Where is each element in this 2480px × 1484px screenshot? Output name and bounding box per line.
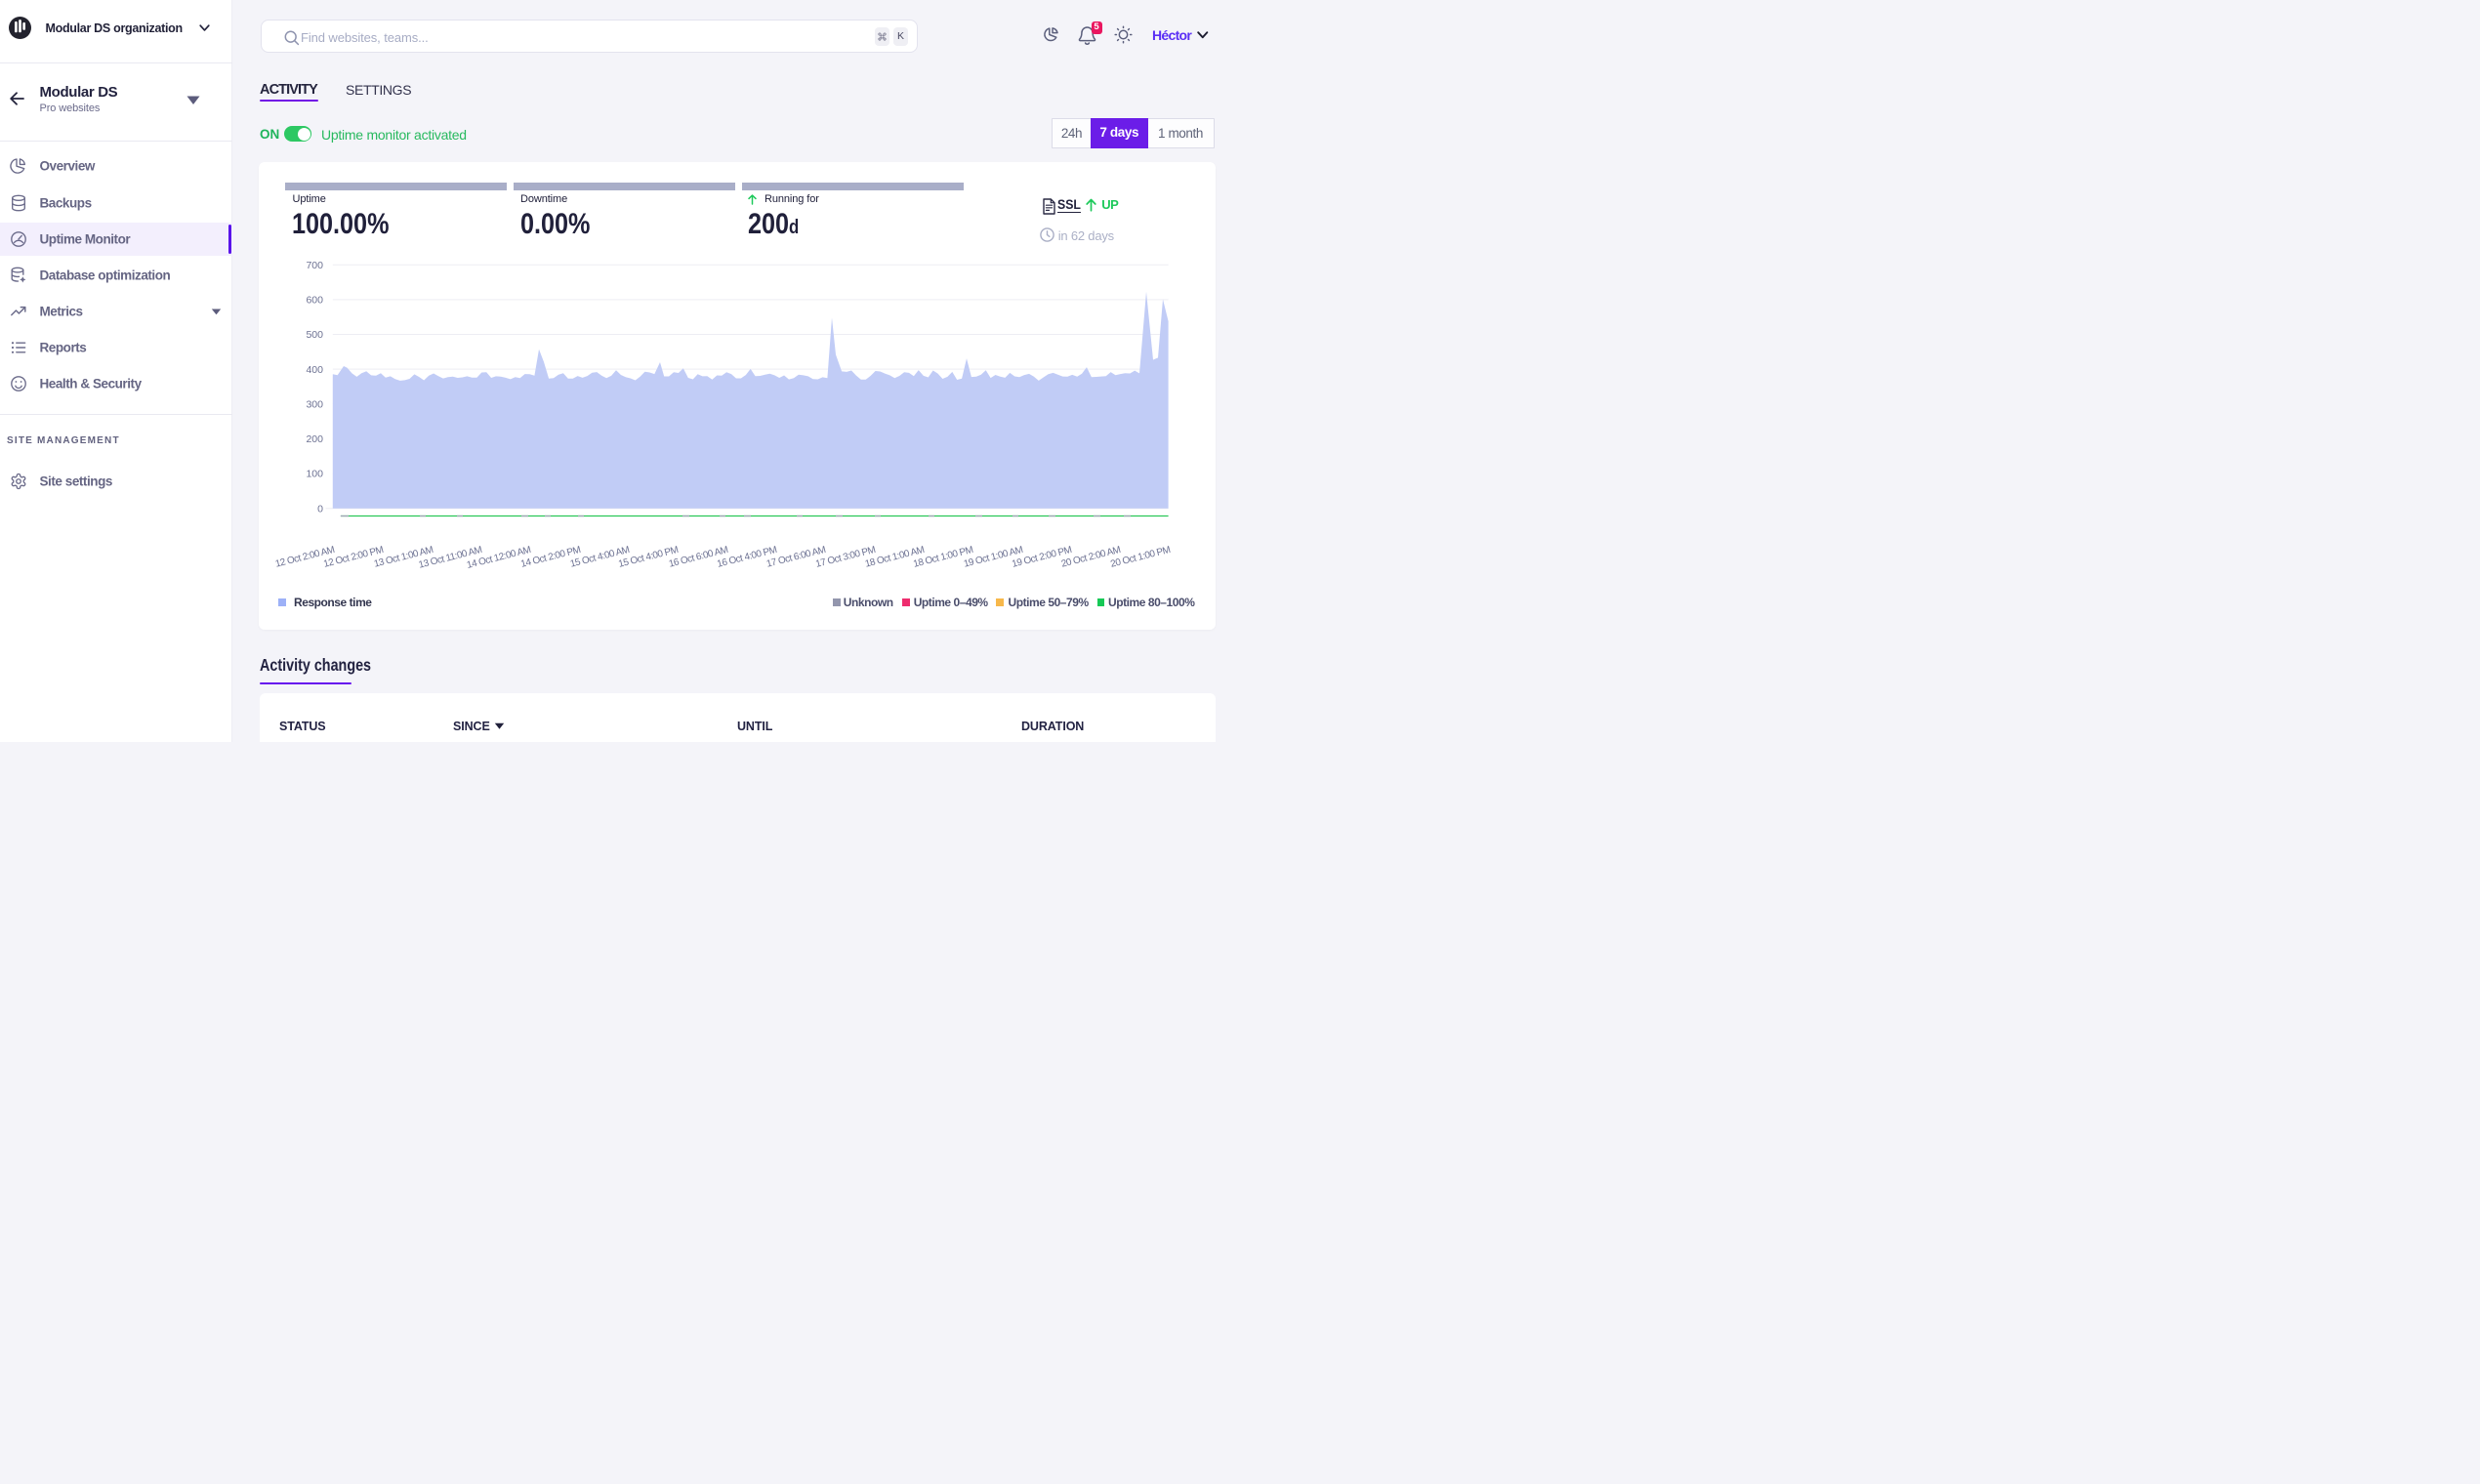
svg-text:200: 200 bbox=[306, 433, 323, 445]
svg-text:500: 500 bbox=[306, 329, 323, 341]
svg-text:700: 700 bbox=[306, 260, 323, 271]
svg-text:300: 300 bbox=[306, 398, 323, 410]
svg-text:600: 600 bbox=[306, 295, 323, 307]
svg-text:100: 100 bbox=[306, 469, 323, 480]
svg-text:0: 0 bbox=[317, 503, 323, 515]
svg-text:400: 400 bbox=[306, 364, 323, 376]
